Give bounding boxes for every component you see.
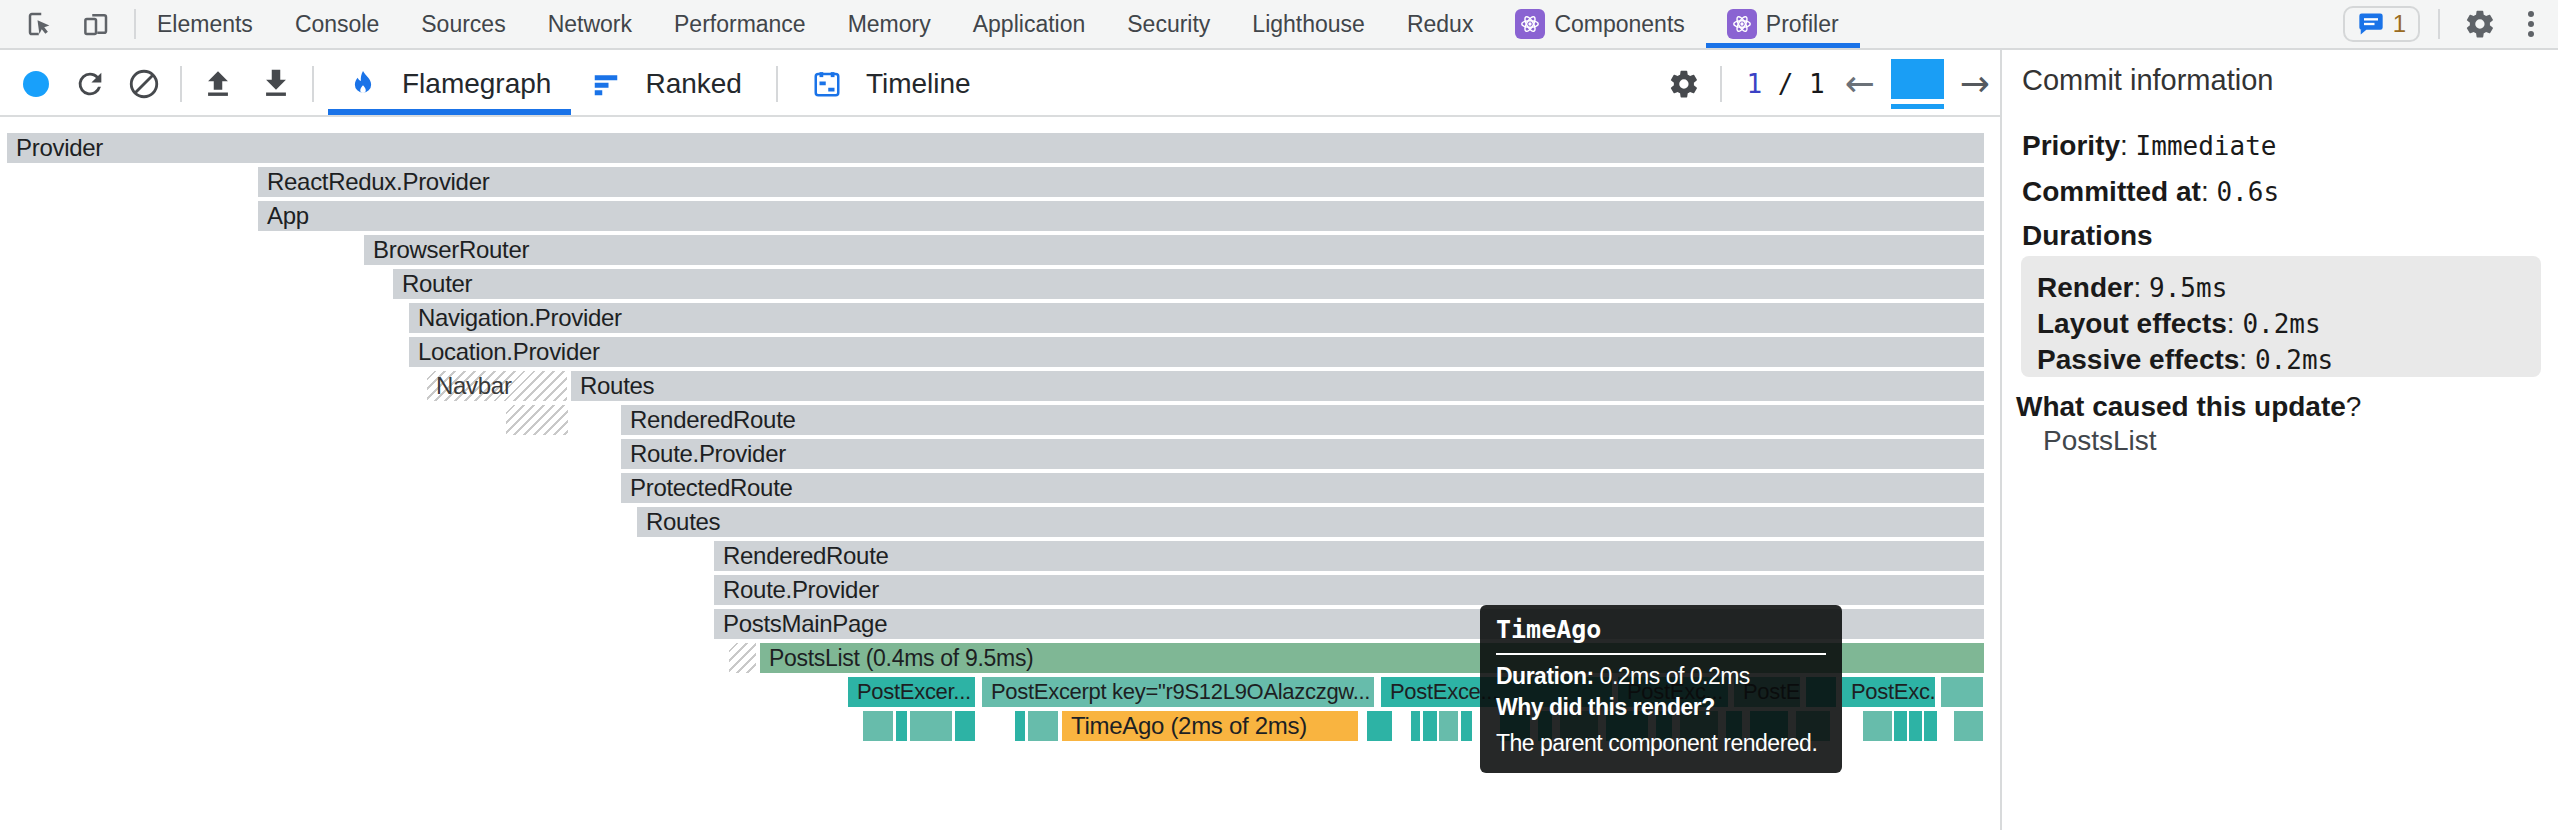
flame-bar-browserrouter[interactable]: BrowserRouter bbox=[364, 235, 1984, 265]
flame-bar-renderedroute[interactable]: RenderedRoute bbox=[621, 405, 1984, 435]
flame-bar-locationprovider[interactable]: Location.Provider bbox=[409, 337, 1984, 367]
flame-bar[interactable] bbox=[729, 643, 756, 673]
flame-bar[interactable] bbox=[1423, 711, 1437, 741]
flame-bar[interactable] bbox=[910, 711, 952, 741]
tooltip-why: Why did this render? bbox=[1496, 692, 1826, 723]
flame-bar[interactable] bbox=[1924, 711, 1937, 741]
flame-bar-routes[interactable]: Routes bbox=[571, 371, 1984, 401]
flame-bar-postexc[interactable]: PostExc... bbox=[1842, 677, 1935, 707]
flame-bar-reactreduxprovider[interactable]: ReactRedux.Provider bbox=[258, 167, 1984, 197]
flame-bar[interactable] bbox=[506, 405, 568, 435]
flame-bar[interactable] bbox=[863, 711, 893, 741]
settings-gear-icon[interactable] bbox=[2458, 2, 2502, 46]
durations-heading: Durations bbox=[2022, 220, 2153, 252]
flame-bar-postexcerpt[interactable]: PostExcerpt key="r9S12L9OAlazczgw... bbox=[982, 677, 1374, 707]
commit-info-panel: Commit information Priority: Immediate C… bbox=[2002, 50, 2558, 830]
more-options-icon[interactable] bbox=[2520, 7, 2542, 41]
tooltip-component-name: TimeAgo bbox=[1496, 615, 1826, 645]
flame-bar-provider[interactable]: Provider bbox=[7, 133, 1984, 163]
flame-bar[interactable] bbox=[1954, 711, 1983, 741]
flame-bar-routeprovider[interactable]: Route.Provider bbox=[621, 439, 1984, 469]
flame-bar-postexcer[interactable]: PostExcer... bbox=[848, 677, 975, 707]
flame-bar[interactable] bbox=[1894, 711, 1907, 741]
flame-bar[interactable] bbox=[1367, 711, 1392, 741]
flame-bar-protectedroute[interactable]: ProtectedRoute bbox=[621, 473, 1984, 503]
cause-component[interactable]: PostsList bbox=[2043, 425, 2157, 457]
flame-bar[interactable] bbox=[1439, 711, 1458, 741]
flame-bar[interactable] bbox=[955, 711, 975, 741]
flame-bar[interactable] bbox=[1461, 711, 1472, 741]
duration-row: Passive effects: 0.2ms bbox=[2037, 342, 2525, 378]
flame-bar[interactable] bbox=[1863, 711, 1892, 741]
durations-box: Render: 9.5msLayout effects: 0.2msPassiv… bbox=[2021, 256, 2541, 377]
console-messages-badge[interactable]: 1 bbox=[2343, 6, 2420, 42]
duration-row: Render: 9.5ms bbox=[2037, 270, 2525, 306]
flame-bar[interactable] bbox=[1411, 711, 1420, 741]
priority-row: Priority: Immediate bbox=[2022, 130, 2276, 162]
flame-bar[interactable] bbox=[1028, 711, 1058, 741]
flame-bar-renderedroute[interactable]: RenderedRoute bbox=[714, 541, 1984, 571]
flame-bar-routeprovider[interactable]: Route.Provider bbox=[714, 575, 1984, 605]
flame-bar[interactable] bbox=[1015, 711, 1025, 741]
message-bubble-icon bbox=[2357, 10, 2385, 38]
what-caused-heading: What caused this update? bbox=[2016, 391, 2361, 423]
tooltip-duration: Duration: 0.2ms of 0.2ms bbox=[1496, 661, 1826, 692]
flame-bar-navbar[interactable]: Navbar bbox=[427, 371, 567, 401]
commit-info-title: Commit information bbox=[2022, 64, 2273, 97]
tooltip-why-answer: The parent component rendered. bbox=[1496, 728, 1826, 759]
flame-bar-navigationprovider[interactable]: Navigation.Provider bbox=[409, 303, 1984, 333]
flame-bar-timeago[interactable]: TimeAgo (2ms of 2ms) bbox=[1062, 711, 1358, 741]
issues-count: 1 bbox=[2393, 10, 2406, 38]
flame-bar[interactable] bbox=[896, 711, 907, 741]
flame-bar-router[interactable]: Router bbox=[393, 269, 1984, 299]
flame-bar-routes[interactable]: Routes bbox=[637, 507, 1984, 537]
duration-row: Layout effects: 0.2ms bbox=[2037, 306, 2525, 342]
committed-at-row: Committed at: 0.6s bbox=[2022, 176, 2279, 208]
flame-bar[interactable] bbox=[1941, 677, 1983, 707]
tooltip-divider bbox=[1496, 653, 1826, 655]
flame-bar-app[interactable]: App bbox=[258, 201, 1984, 231]
flame-bar[interactable] bbox=[1909, 711, 1922, 741]
divider bbox=[2438, 9, 2440, 39]
flame-tooltip: TimeAgo Duration: 0.2ms of 0.2ms Why did… bbox=[1480, 605, 1842, 773]
